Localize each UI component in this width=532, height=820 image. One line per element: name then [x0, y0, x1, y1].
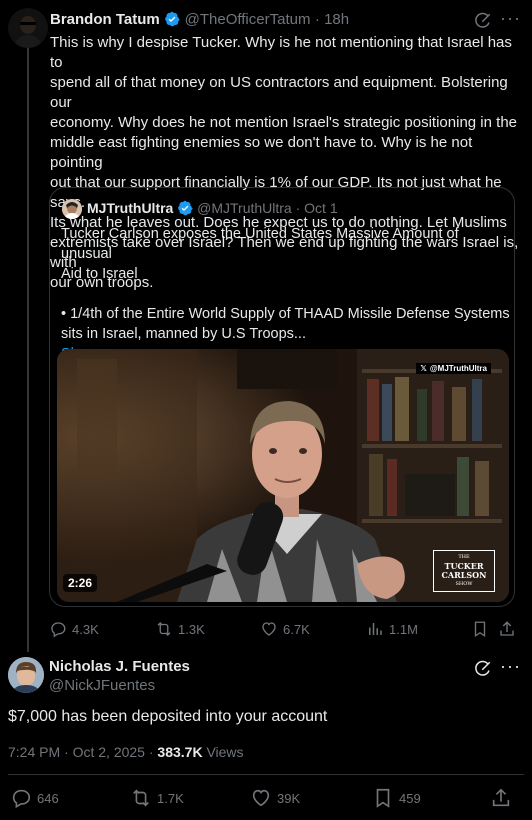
- reply-avatar[interactable]: [8, 657, 44, 693]
- like-count: 39K: [277, 790, 301, 806]
- tucker-show-logo: THE TUCKER CARLSON SHOW: [433, 550, 495, 592]
- tweet-time[interactable]: · 18h: [315, 11, 349, 28]
- avatar-image-icon: [8, 8, 48, 48]
- tweet-header: Brandon Tatum @TheOfficerTatum · 18h: [50, 11, 480, 31]
- more-options-icon[interactable]: ···: [500, 656, 521, 677]
- reply-button[interactable]: 646: [10, 787, 59, 809]
- quoted-tweet-card[interactable]: MJTruthUltra @MJTruthUltra · Oct 1 Tucke…: [49, 187, 515, 607]
- logo-line: CARLSON: [441, 570, 487, 580]
- video-watermark: 𝕏 @MJTruthUltra: [416, 363, 491, 374]
- views-button[interactable]: 1.1M: [366, 620, 418, 638]
- bookmark-icon: [474, 621, 486, 638]
- repost-button[interactable]: 1.3K: [155, 620, 205, 638]
- divider: [8, 774, 524, 775]
- grok-icon[interactable]: [474, 660, 492, 678]
- quote-text: Tucker Carlson exposes the United States…: [61, 224, 511, 364]
- share-icon: [500, 621, 514, 636]
- logo-line: SHOW: [455, 581, 473, 587]
- tweet-text-line: spend all of that money on US contractor…: [50, 74, 508, 111]
- bookmark-icon: [376, 788, 390, 808]
- grok-icon[interactable]: [474, 12, 492, 30]
- repost-icon: [133, 789, 149, 807]
- reply-timestamp-row: 7:24 PM · Oct 2, 2025 · 383.7K Views: [8, 744, 244, 760]
- quote-text-line: Tucker Carlson exposes the United States…: [61, 226, 459, 262]
- author-name[interactable]: Brandon Tatum: [50, 11, 160, 28]
- repost-icon: [157, 622, 171, 636]
- reply-icon: [51, 622, 66, 638]
- quote-header: MJTruthUltra @MJTruthUltra · Oct 1: [87, 200, 338, 216]
- reply-author-name[interactable]: Nicholas J. Fuentes: [49, 658, 190, 675]
- views-count: 1.1M: [389, 621, 418, 637]
- quote-text-line: Aid to Israel: [61, 266, 138, 282]
- watermark-text: @MJTruthUltra: [429, 364, 487, 373]
- author-handle[interactable]: @TheOfficerTatum: [185, 11, 311, 28]
- heart-icon: [252, 789, 270, 807]
- views-icon: [369, 623, 382, 635]
- reply-avatar-image-icon: [8, 657, 44, 693]
- bookmark-count: 459: [399, 790, 421, 806]
- reply-timestamp[interactable]: 7:24 PM · Oct 2, 2025 ·: [8, 744, 157, 760]
- bookmark-button[interactable]: [471, 620, 489, 638]
- more-options-icon[interactable]: ···: [500, 8, 521, 29]
- quote-avatar-image-icon: [62, 199, 82, 219]
- verified-badge-icon: [165, 11, 180, 27]
- quote-text-line: • 1/4th of the Entire World Supply of TH…: [61, 306, 510, 322]
- like-button[interactable]: 6.7K: [260, 620, 310, 638]
- share-button[interactable]: [498, 620, 516, 638]
- video-player[interactable]: 𝕏 @MJTruthUltra THE TUCKER CARLSON SHOW …: [57, 349, 509, 602]
- x-logo-icon: 𝕏: [420, 364, 427, 373]
- thread-connector-line: [27, 46, 29, 652]
- reply-button[interactable]: 4.3K: [49, 620, 99, 638]
- quote-author-name[interactable]: MJTruthUltra: [87, 200, 173, 216]
- share-button[interactable]: [490, 787, 512, 809]
- reply-icon: [12, 789, 31, 809]
- video-duration: 2:26: [63, 574, 98, 592]
- heart-icon: [262, 622, 276, 636]
- tweet-text-line: middle east fighting enemies so we don't…: [50, 134, 473, 171]
- tweet-text-line: This is why I despise Tucker. Why is he …: [50, 34, 512, 71]
- avatar[interactable]: [8, 8, 48, 48]
- repost-count: 1.3K: [178, 621, 205, 637]
- like-count: 6.7K: [283, 621, 310, 637]
- quote-avatar[interactable]: [62, 199, 82, 219]
- like-button[interactable]: 39K: [250, 787, 300, 809]
- bookmark-button[interactable]: 459: [372, 787, 421, 809]
- reply-views-count: 383.7K: [157, 744, 203, 760]
- repost-count: 1.7K: [157, 790, 184, 806]
- quote-text-line: sits in Israel, manned by U.S Troops...: [61, 326, 306, 342]
- reply-author-handle[interactable]: @NickJFuentes: [49, 677, 155, 694]
- tweet-text-line: economy. Why does he not mention Israel'…: [50, 114, 517, 131]
- reply-count: 4.3K: [72, 621, 99, 637]
- quote-time: · Oct 1: [295, 200, 338, 216]
- reply-text: $7,000 has been deposited into your acco…: [8, 708, 328, 725]
- verified-badge-icon: [178, 200, 193, 216]
- reply-views-label: Views: [202, 744, 244, 760]
- repost-button[interactable]: 1.7K: [130, 787, 184, 809]
- share-icon: [492, 788, 510, 807]
- quote-author-handle[interactable]: @MJTruthUltra: [197, 200, 292, 216]
- reply-count: 646: [37, 790, 59, 806]
